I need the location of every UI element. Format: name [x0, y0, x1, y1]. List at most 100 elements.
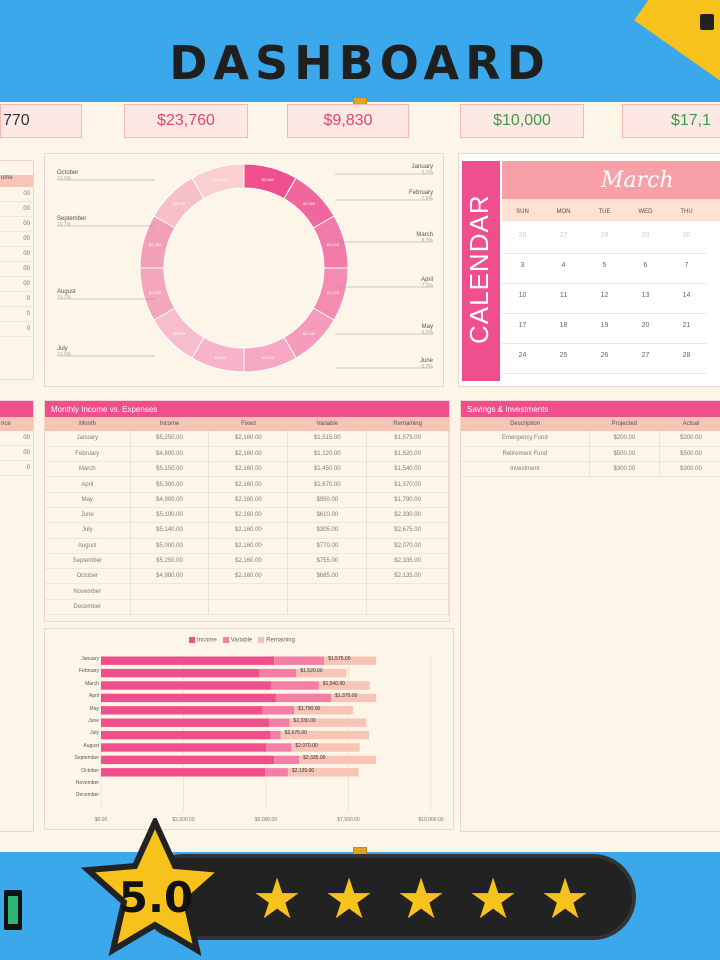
calendar-day[interactable]: 28 — [666, 352, 707, 374]
left-table-partial: ome 00 00 00 00 00 00 00 0 0 0 — [0, 160, 34, 380]
table-row: Emergency Fund $200.00 $200.00 — [461, 431, 720, 447]
left-table-cell: 00 — [0, 431, 33, 446]
kpi-total-income: 770 — [0, 104, 82, 138]
calendar-day[interactable]: 24 — [502, 352, 543, 374]
table-cell: $2,160.00 — [208, 507, 289, 524]
y-tick-label: March — [85, 680, 99, 687]
table-row: June $5,100.00 $2,160.00 $610.00 $2,330.00 — [45, 507, 449, 524]
bar-value-label: $2,070.00 — [295, 742, 318, 749]
donut-label: March 8.0% — [416, 232, 433, 244]
table-cell: $950.00 — [287, 492, 368, 508]
table-cell — [208, 599, 289, 616]
calendar-day[interactable]: 6 — [625, 262, 666, 284]
calendar-day[interactable]: 13 — [625, 292, 666, 314]
table-cell — [366, 583, 449, 600]
calendar-day[interactable]: 12 — [584, 292, 625, 314]
calendar-dow: SUN — [516, 209, 529, 215]
calendar-day[interactable]: 25 — [543, 352, 584, 374]
donut-label: October 10.0% — [57, 170, 79, 182]
y-tick-label: November — [75, 780, 99, 786]
left-table-cell: 00 — [0, 277, 33, 292]
calendar-day[interactable]: 26 — [502, 232, 543, 254]
star-icon: ★ — [540, 867, 591, 930]
table-cell: $1,520.00 — [366, 446, 449, 463]
calendar-day[interactable]: 11 — [543, 292, 584, 314]
calendar-day[interactable]: 30 — [666, 232, 707, 254]
table-cell: $2,675.00 — [366, 522, 449, 539]
table-cell: $305.00 — [287, 522, 368, 539]
donut-slice-value: $2,610 — [214, 355, 227, 360]
left-table-cell: 0 — [0, 461, 33, 476]
calendar-day[interactable]: 27 — [625, 352, 666, 374]
table-cell: $1,515.00 — [287, 431, 368, 447]
calendar-day[interactable]: 7 — [666, 262, 707, 284]
corner-deco — [4, 890, 22, 930]
calendar-day[interactable]: 5 — [584, 262, 625, 284]
monthly-title: Monthly Income vs. Expenses — [45, 401, 449, 417]
kpi-variable-expenses: $9,830 — [287, 104, 409, 138]
donut-slice-value: $3,0605 — [213, 177, 228, 182]
bar-value-label: $2,335.00 — [303, 755, 326, 762]
calendar-day[interactable]: 17 — [502, 322, 543, 344]
table-cell: $5,100.00 — [130, 507, 210, 524]
calendar-day[interactable]: 3 — [502, 262, 543, 284]
bar-variable — [274, 656, 325, 665]
calendar-day[interactable]: 21 — [666, 322, 707, 344]
table-cell: $2,160.00 — [208, 492, 289, 508]
table-cell — [366, 599, 449, 616]
calendar-day[interactable]: 18 — [543, 322, 584, 344]
savings-title: Savings & Investments — [461, 401, 720, 417]
table-cell: $2,330.00 — [366, 507, 449, 524]
monthly-col-header: Remaining — [366, 417, 449, 431]
x-tick-label: $7,500.00 — [337, 817, 360, 823]
table-cell: $2,160.00 — [208, 446, 289, 463]
table-cell: October — [45, 568, 131, 585]
table-row: November — [45, 583, 449, 600]
donut-slice-value: $2,960 — [303, 201, 316, 206]
calendar-day[interactable]: 29 — [625, 232, 666, 254]
table-row: Retirement Fund $500.00 $500.00 — [461, 446, 720, 463]
table-row: September $5,250.00 $2,160.00 $755.00 $2,335… — [45, 553, 449, 570]
donut-label: May 6.2% — [421, 324, 433, 336]
calendar-day[interactable]: 14 — [666, 292, 707, 314]
calendar-day[interactable]: 20 — [625, 322, 666, 344]
sheet-icon — [700, 14, 714, 30]
rating-score: 5.0 — [118, 873, 194, 922]
y-tick-label: July — [90, 730, 99, 737]
calendar-day[interactable]: 28 — [584, 232, 625, 254]
table-row: Investment $300.00 $300.00 — [461, 461, 720, 478]
star-icon: ★ — [252, 867, 303, 930]
calendar-day[interactable]: 10 — [502, 292, 543, 314]
bar-variable — [269, 718, 290, 727]
calendar-day[interactable]: 4 — [543, 262, 584, 284]
calendar-panel: CALENDAR March SUN MON TUE WED THU 26 27 28 29 30… — [458, 153, 720, 387]
bar-variable — [266, 743, 292, 752]
table-cell: January — [45, 431, 131, 447]
y-tick-label: September — [74, 755, 99, 762]
table-cell: $2,135.00 — [366, 568, 449, 585]
monthly-panel: Monthly Income vs. Expenses Month Income F… — [44, 400, 450, 622]
y-tick-label: February — [78, 668, 99, 675]
left-table-header: ome — [0, 175, 33, 187]
donut-slice-value: $2,870 — [173, 331, 186, 336]
table-cell: July — [45, 522, 131, 539]
calendar-day[interactable]: 27 — [543, 232, 584, 254]
bar-value-label: $1,370.00 — [335, 693, 358, 700]
left-table-cell: 00 — [0, 202, 33, 217]
table-cell: Investment — [461, 461, 590, 478]
donut-slice-value: $1,376 — [327, 290, 340, 295]
calendar-day[interactable]: 26 — [584, 352, 625, 374]
calendar-day[interactable]: 19 — [584, 322, 625, 344]
donut-panel: $3,880 $2,960 $1,548 $1,376 $2,045 $1,540 $2,6… — [44, 153, 444, 387]
left-table-cell: 00 — [0, 247, 33, 262]
donut-label: February 7.6% — [408, 190, 433, 202]
donut-slice-value: $1,548 — [327, 242, 340, 247]
table-row: January $5,250.00 $2,160.00 $1,515.00 $1,575… — [45, 431, 449, 447]
table-row: August $5,000.00 $2,160.00 $770.00 $2,070.00 — [45, 538, 449, 554]
table-cell: $685.00 — [287, 568, 368, 585]
table-cell: May — [45, 492, 131, 508]
left-table-cell: 00 — [0, 217, 33, 232]
bar-income — [101, 656, 275, 665]
table-cell: $4,800.00 — [130, 446, 210, 463]
table-row: October $4,980.00 $2,160.00 $685.00 $2,135.0… — [45, 568, 449, 585]
